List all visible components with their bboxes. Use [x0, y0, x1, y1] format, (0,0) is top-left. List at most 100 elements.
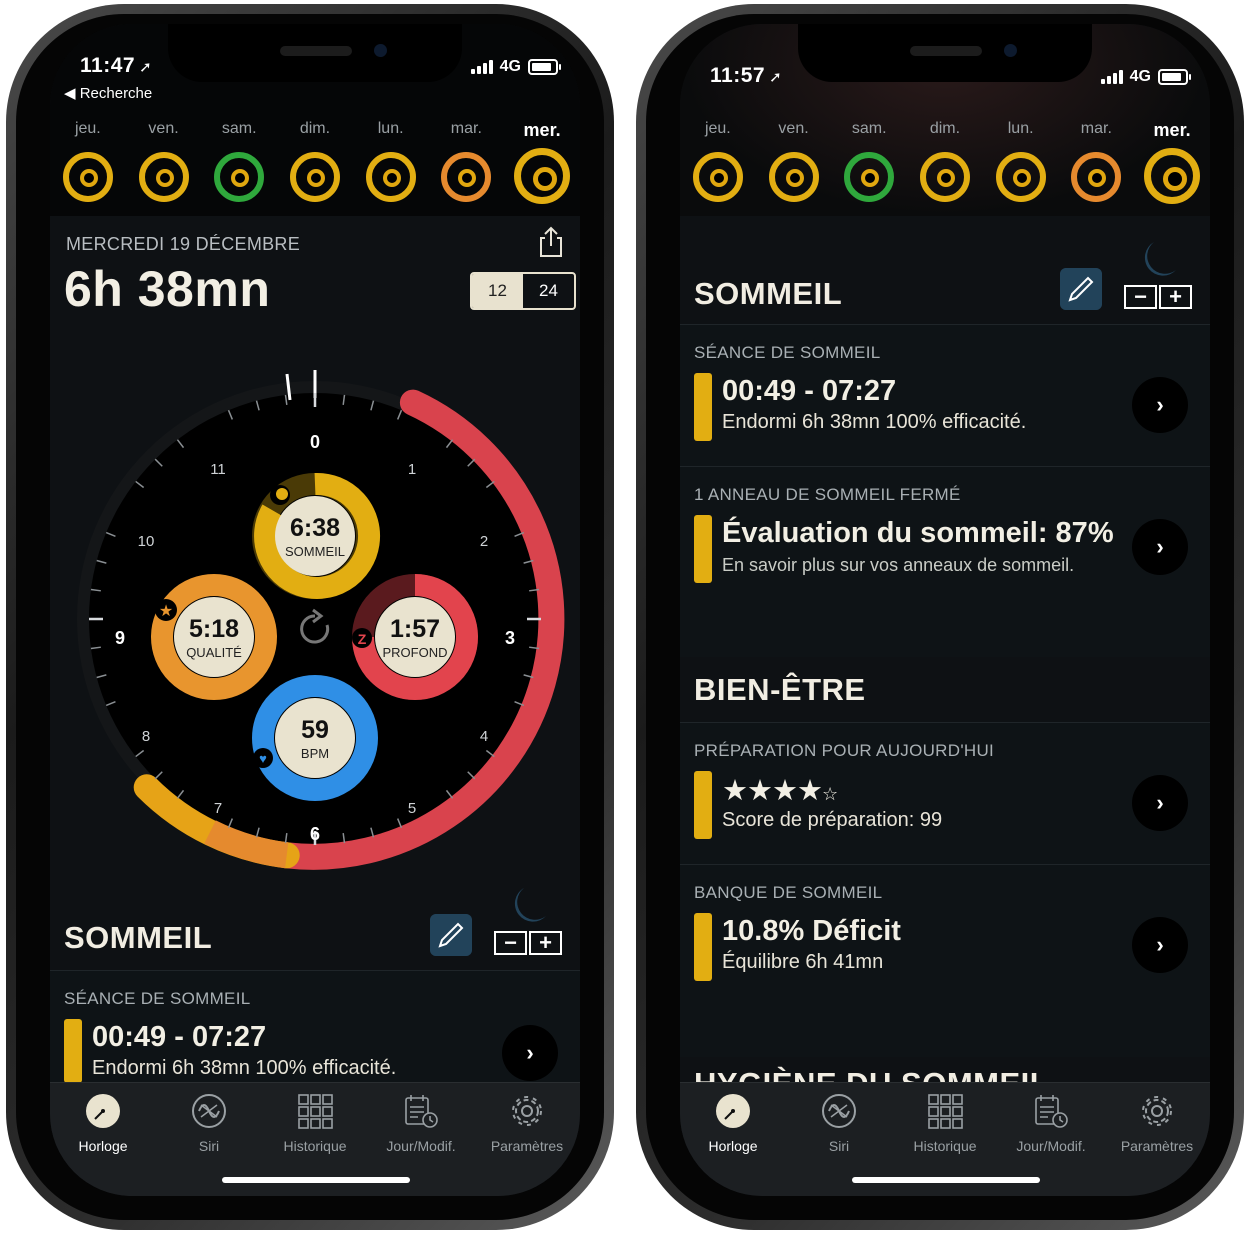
day-ven[interactable]: ven. [759, 120, 829, 204]
day-label: jeu. [74, 120, 101, 137]
readiness-chevron-button[interactable]: › [1132, 775, 1188, 831]
day-lun[interactable]: lun. [356, 120, 426, 204]
heart-rate-gauge[interactable]: 59 BPM ♥ [252, 675, 378, 801]
gear-icon [1142, 1096, 1172, 1126]
bpm-gauge-label: BPM [301, 746, 329, 761]
moon-adjust-control: − + [494, 886, 562, 955]
hour-label-6: 6 [310, 824, 320, 844]
day-dim[interactable]: dim. [280, 120, 350, 204]
grid-icon [298, 1094, 333, 1129]
day-mer-today[interactable]: mer. [1137, 120, 1207, 204]
bank-chevron-button[interactable]: › [1132, 917, 1188, 973]
day-ring-icon [692, 152, 743, 202]
hygiene-title-text: HYGIÈNE DU SOMMEIL [694, 1066, 1049, 1082]
day-jeu[interactable]: jeu. [683, 120, 753, 204]
day-lun[interactable]: lun. [986, 120, 1056, 204]
day-label: dim. [929, 120, 961, 137]
day-mar[interactable]: mar. [431, 120, 501, 204]
sleep-bank-row[interactable]: BANQUE DE SOMMEIL 10.8% Déficit Équilibr… [680, 864, 1210, 1057]
session-chevron-button[interactable]: › [502, 1025, 558, 1081]
tab-historique[interactable]: Historique [892, 1093, 998, 1154]
tab-bar: Horloge Siri Historique Jour/Modif. Para… [50, 1082, 580, 1196]
tab-siri[interactable]: Siri [156, 1093, 262, 1154]
sleep-session-row[interactable]: SÉANCE DE SOMMEIL 00:49 - 07:27 Endormi … [50, 970, 580, 1083]
notch [798, 24, 1092, 82]
tab-siri[interactable]: Siri [786, 1093, 892, 1154]
tab-parametres[interactable]: Paramètres [474, 1093, 580, 1154]
day-ven[interactable]: ven. [129, 120, 199, 204]
plus-button[interactable]: + [529, 931, 562, 955]
tab-label: Historique [283, 1138, 347, 1154]
readiness-caption: PRÉPARATION POUR AUJOURD'HUI [694, 741, 995, 760]
format-24-option[interactable]: 24 [523, 274, 574, 308]
tab-label: Paramètres [490, 1138, 564, 1154]
siri-icon [192, 1094, 226, 1128]
sleep-section-title: SOMMEIL [64, 920, 213, 955]
quality-gauge[interactable]: 5:18 QUALITÉ ★ [151, 574, 277, 700]
hour-label-9: 9 [115, 628, 125, 648]
day-sam[interactable]: sam. [204, 120, 274, 204]
sleep-section-title: SOMMEIL [694, 276, 843, 311]
siri-icon [822, 1094, 856, 1128]
svg-text:★: ★ [159, 603, 173, 620]
tab-label: Jour/Modif. [1016, 1138, 1086, 1154]
day-mer-today[interactable]: mer. [507, 120, 577, 204]
sleep-rating-row[interactable]: 1 ANNEAU DE SOMMEIL FERMÉ Évaluation du … [680, 466, 1210, 657]
tab-label: Historique [913, 1138, 977, 1154]
status-time: 11:47 ➚ [80, 54, 153, 77]
deep-sleep-gauge[interactable]: 1:57 PROFOND Z [352, 574, 478, 700]
share-icon[interactable] [536, 226, 566, 258]
day-ring-icon [995, 152, 1046, 202]
tab-historique[interactable]: Historique [262, 1093, 368, 1154]
format-12-option[interactable]: 12 [472, 274, 523, 308]
day-label: lun. [377, 120, 404, 137]
back-to-search-link[interactable]: ◀ Recherche [64, 84, 152, 102]
back-label: Recherche [79, 85, 153, 102]
hour-label-11: 11 [210, 461, 226, 478]
hour-label-3: 3 [505, 628, 515, 648]
day-dim[interactable]: dim. [910, 120, 980, 204]
edit-pencil-icon[interactable] [1060, 268, 1102, 310]
bank-title: 10.8% Déficit [722, 915, 901, 947]
day-ring-icon [365, 152, 416, 202]
day-ring-icon [514, 148, 571, 204]
tab-horloge[interactable]: Horloge [680, 1093, 786, 1154]
tab-jour-modif[interactable]: Jour/Modif. [998, 1093, 1104, 1154]
tab-jour-modif[interactable]: Jour/Modif. [368, 1093, 474, 1154]
bank-sub: Équilibre 6h 41mn [722, 951, 884, 973]
sleep-session-row[interactable]: SÉANCE DE SOMMEIL 00:49 - 07:27 Endormi … [680, 324, 1210, 467]
quality-gauge-value: 5:18 [189, 615, 239, 643]
deep-gauge-label: PROFOND [383, 645, 448, 660]
bpm-gauge-value: 59 [301, 716, 329, 744]
minus-button[interactable]: − [494, 931, 527, 955]
session-chevron-button[interactable]: › [1132, 377, 1188, 433]
home-indicator[interactable] [852, 1177, 1040, 1183]
sleep-clock-dial: 0 1 2 3 4 5 6 7 8 9 10 11 6:38 SOMMEIL 5… [77, 370, 565, 870]
svg-text:♥: ♥ [259, 751, 267, 766]
rating-chevron-button[interactable]: › [1132, 519, 1188, 575]
minus-button[interactable]: − [1124, 285, 1157, 309]
day-label: dim. [299, 120, 331, 137]
plus-button[interactable]: + [1159, 285, 1192, 309]
day-mar[interactable]: mar. [1061, 120, 1131, 204]
day-ring-icon [441, 152, 492, 202]
edit-pencil-icon[interactable] [430, 914, 472, 956]
date-title: MERCREDI 19 DÉCEMBRE [66, 234, 301, 254]
readiness-row[interactable]: PRÉPARATION POUR AUJOURD'HUI ★★★★☆ Score… [680, 722, 1210, 865]
session-time-range: 00:49 - 07:27 [722, 375, 897, 407]
hygiene-section-title-partial: HYGIÈNE DU SOMMEIL [694, 1066, 1049, 1082]
bank-caption: BANQUE DE SOMMEIL [694, 883, 883, 902]
tab-label: Horloge [78, 1138, 128, 1154]
home-indicator[interactable] [222, 1177, 410, 1183]
hour-format-toggle: 12 24 [470, 272, 576, 310]
left-screen: 11:47 ➚ 4G ◀ Recherche jeu. ven. sam. dim… [50, 24, 580, 1196]
tab-parametres[interactable]: Paramètres [1104, 1093, 1210, 1154]
readiness-score: Score de préparation: 99 [722, 809, 943, 831]
day-jeu[interactable]: jeu. [53, 120, 123, 204]
day-sam[interactable]: sam. [834, 120, 904, 204]
tab-horloge[interactable]: Horloge [50, 1093, 156, 1154]
filled-stars-icon: ★★★★ [722, 775, 823, 807]
day-ring-icon [289, 152, 340, 202]
sleep-gauge[interactable]: 6:38 SOMMEIL [252, 472, 381, 599]
hour-label-7: 7 [214, 800, 222, 817]
